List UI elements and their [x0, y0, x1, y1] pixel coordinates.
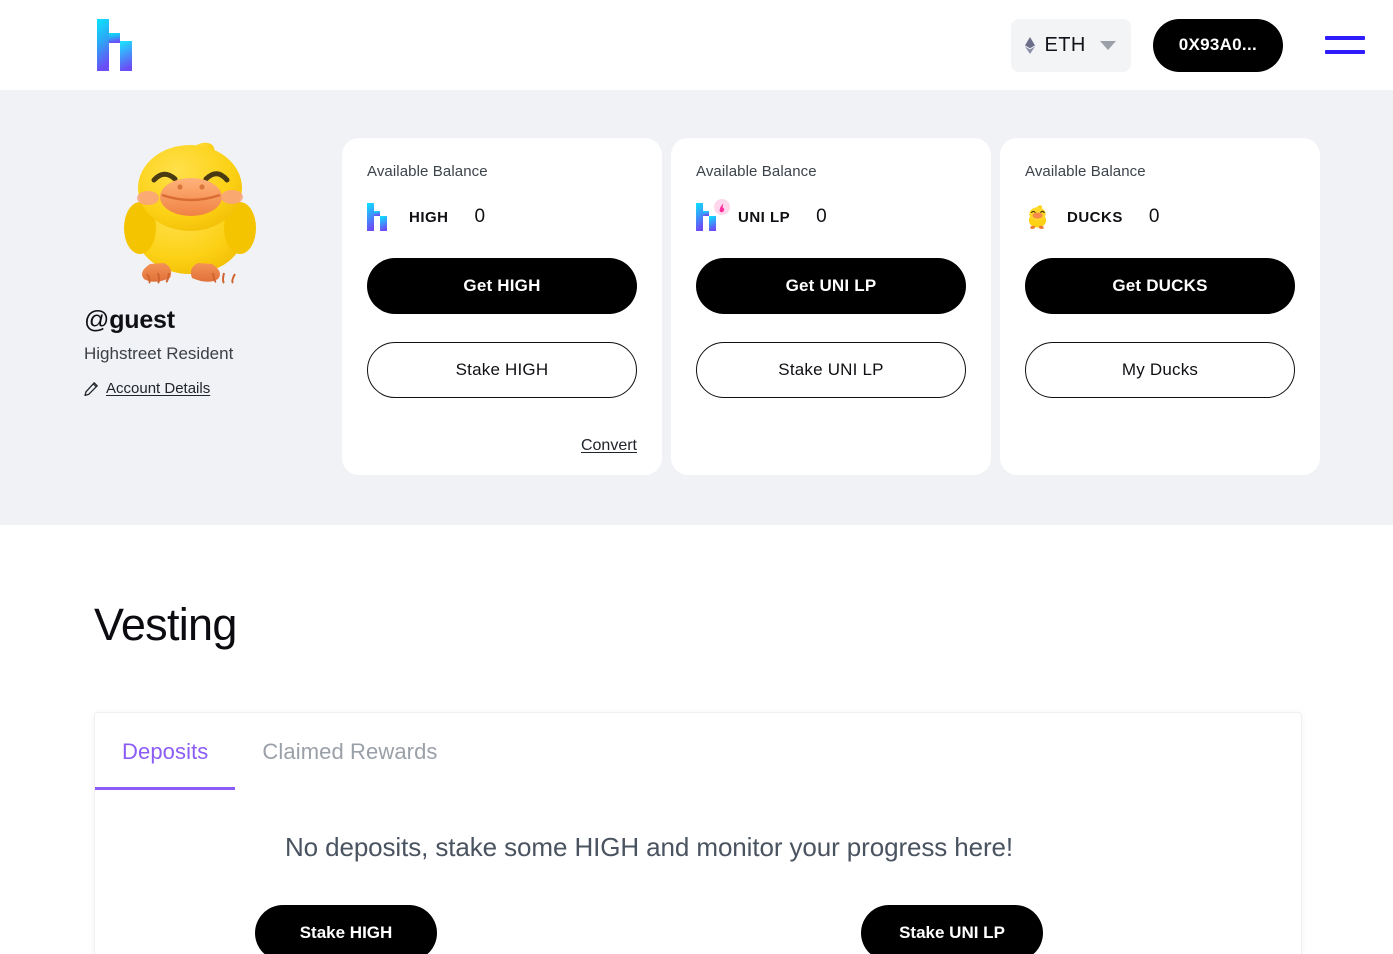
convert-link[interactable]: Convert	[581, 437, 637, 455]
token-amount: 0	[474, 206, 486, 227]
empty-state-actions: Stake HIGH Stake UNI LP	[95, 905, 1301, 954]
chevron-down-icon	[1099, 40, 1116, 50]
vesting-panel: Deposits Claimed Rewards No deposits, st…	[94, 712, 1302, 954]
token-name: DUCKS	[1067, 208, 1123, 226]
profile-panel: @guest Highstreet Resident Account Detai…	[84, 138, 336, 525]
token-name: UNI LP	[738, 208, 791, 226]
handle-name: guest	[109, 306, 175, 334]
get-uni-lp-button[interactable]: Get UNI LP	[696, 258, 966, 314]
hamburger-bar	[1325, 36, 1365, 40]
empty-stake-uni-lp-button[interactable]: Stake UNI LP	[861, 905, 1043, 954]
balance-cards: Available Balance HIGH 0 Get HIGH Stake …	[336, 138, 1329, 525]
handle-at-symbol: @	[84, 306, 110, 334]
ethereum-icon	[1025, 36, 1036, 54]
chain-selector[interactable]: ETH	[1011, 18, 1131, 72]
account-details-link[interactable]: Account Details	[84, 380, 336, 397]
ducks-token-icon	[1025, 202, 1053, 232]
page-title: Vesting	[94, 599, 237, 650]
empty-stake-high-button[interactable]: Stake HIGH	[255, 905, 437, 954]
stake-uni-lp-button[interactable]: Stake UNI LP	[696, 342, 966, 398]
get-high-button[interactable]: Get HIGH	[367, 258, 637, 314]
token-name: HIGH	[409, 208, 449, 226]
tab-claimed-rewards[interactable]: Claimed Rewards	[235, 713, 464, 790]
vesting-section: Vesting Deposits Claimed Rewards No depo…	[0, 599, 1393, 954]
token-row: UNI LP 0	[696, 199, 966, 232]
balance-card-high: Available Balance HIGH 0 Get HIGH Stake …	[342, 138, 662, 475]
empty-state-message: No deposits, stake some HIGH and monitor…	[284, 832, 1014, 862]
get-ducks-button[interactable]: Get DUCKS	[1025, 258, 1295, 314]
stake-high-button[interactable]: Stake HIGH	[367, 342, 637, 398]
card-label: Available Balance	[1025, 163, 1146, 180]
account-details-label: Account Details	[106, 380, 211, 397]
profile-subtitle: Highstreet Resident	[84, 344, 234, 363]
hamburger-menu-icon[interactable]	[1325, 32, 1365, 58]
tab-deposits[interactable]: Deposits	[95, 713, 236, 790]
convert-row: Convert	[367, 437, 637, 455]
hero-section: @guest Highstreet Resident Account Detai…	[0, 90, 1393, 525]
balance-card-ducks: Available Balance DUCKS 0 Get DUCKS My D…	[1000, 138, 1320, 475]
highstreet-h-logo-icon	[96, 17, 140, 73]
uni-lp-token-icon	[696, 199, 730, 232]
high-token-icon	[367, 202, 395, 232]
chain-label: ETH	[1044, 33, 1086, 56]
balance-card-uni-lp: Available Balance UNI LP 0 Get UNI LP St…	[671, 138, 991, 475]
vesting-tabs: Deposits Claimed Rewards	[95, 713, 1301, 790]
token-amount: 0	[816, 206, 827, 227]
token-amount: 0	[1148, 206, 1160, 227]
my-ducks-button[interactable]: My Ducks	[1025, 342, 1295, 398]
hamburger-bar	[1325, 50, 1365, 54]
token-row: HIGH 0	[367, 202, 637, 232]
duck-avatar-icon	[84, 140, 336, 290]
card-label: Available Balance	[367, 163, 488, 180]
app-header: ETH 0X93A0...	[0, 0, 1393, 90]
card-label: Available Balance	[696, 163, 817, 180]
pencil-icon	[84, 381, 98, 396]
uniswap-badge-icon	[714, 199, 730, 215]
logo-link[interactable]	[96, 17, 140, 73]
wallet-address-button[interactable]: 0X93A0...	[1152, 18, 1283, 72]
profile-handle: @guest	[84, 306, 336, 335]
token-row: DUCKS 0	[1025, 202, 1295, 232]
